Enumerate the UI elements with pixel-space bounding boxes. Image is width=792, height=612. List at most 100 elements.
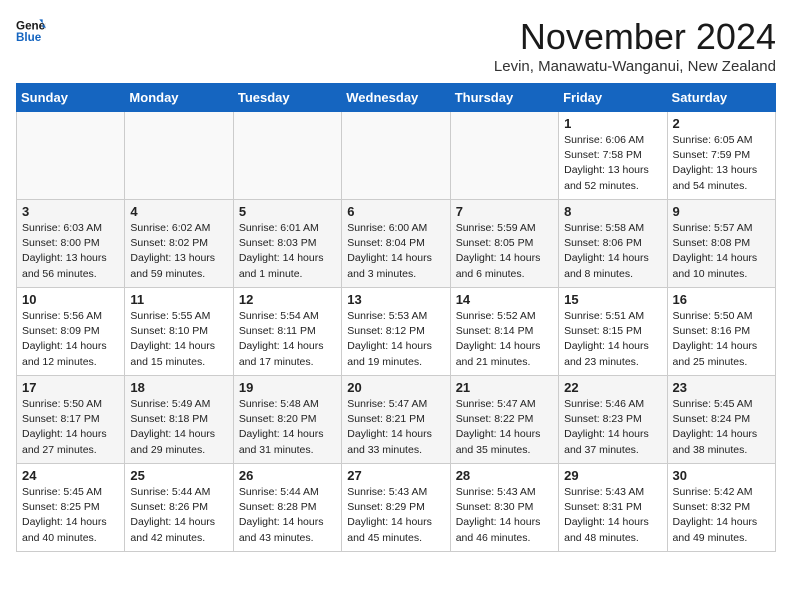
calendar-cell: 16Sunrise: 5:50 AM Sunset: 8:16 PM Dayli… [667, 288, 775, 376]
day-number: 13 [347, 292, 444, 307]
day-number: 6 [347, 204, 444, 219]
calendar-cell: 21 Sunrise: 5:47 AM Sunset: 8:22 PM Dayli… [450, 376, 558, 464]
day-number: 29 [564, 468, 661, 483]
calendar-week-2: 3 Sunrise: 6:03 AM Sunset: 8:00 PM Daylig… [17, 200, 776, 288]
calendar-week-1: 1 Sunrise: 6:06 AM Sunset: 7:58 PM Daylig… [17, 112, 776, 200]
day-info: Sunrise: 5:45 AM Sunset: 8:24 PM Dayligh… [673, 397, 770, 458]
day-number: 28 [456, 468, 553, 483]
calendar-week-4: 17 Sunrise: 5:50 AM Sunset: 8:17 PM Dayli… [17, 376, 776, 464]
logo-icon: General Blue [16, 16, 46, 46]
weekday-header-friday: Friday [559, 84, 667, 112]
day-number: 16 [673, 292, 770, 307]
day-info: Sunrise: 5:52 AM Sunset: 8:14 PM Dayligh… [456, 309, 553, 370]
calendar-cell [125, 112, 233, 200]
calendar-cell: 26Sunrise: 5:44 AM Sunset: 8:28 PM Dayli… [233, 464, 341, 552]
day-info: Sunrise: 5:50 AM Sunset: 8:17 PM Dayligh… [22, 397, 119, 458]
day-number: 5 [239, 204, 336, 219]
day-info: Sunrise: 5:47 AM Sunset: 8:21 PM Dayligh… [347, 397, 444, 458]
calendar-cell: 22 Sunrise: 5:46 AM Sunset: 8:23 PM Dayli… [559, 376, 667, 464]
day-number: 25 [130, 468, 227, 483]
calendar-cell [17, 112, 125, 200]
day-info: Sunrise: 5:49 AM Sunset: 8:18 PM Dayligh… [130, 397, 227, 458]
calendar-cell: 1 Sunrise: 6:06 AM Sunset: 7:58 PM Daylig… [559, 112, 667, 200]
day-number: 15 [564, 292, 661, 307]
day-info: Sunrise: 5:43 AM Sunset: 8:30 PM Dayligh… [456, 485, 553, 546]
calendar-cell: 27Sunrise: 5:43 AM Sunset: 8:29 PM Dayli… [342, 464, 450, 552]
day-info: Sunrise: 6:02 AM Sunset: 8:02 PM Dayligh… [130, 221, 227, 282]
day-number: 21 [456, 380, 553, 395]
day-info: Sunrise: 5:47 AM Sunset: 8:22 PM Dayligh… [456, 397, 553, 458]
location-title: Levin, Manawatu-Wanganui, New Zealand [494, 58, 776, 75]
calendar-cell: 28 Sunrise: 5:43 AM Sunset: 8:30 PM Dayli… [450, 464, 558, 552]
day-number: 2 [673, 116, 770, 131]
day-info: Sunrise: 5:48 AM Sunset: 8:20 PM Dayligh… [239, 397, 336, 458]
day-number: 14 [456, 292, 553, 307]
day-info: Sunrise: 5:51 AM Sunset: 8:15 PM Dayligh… [564, 309, 661, 370]
weekday-header-monday: Monday [125, 84, 233, 112]
calendar-cell: 17 Sunrise: 5:50 AM Sunset: 8:17 PM Dayli… [17, 376, 125, 464]
calendar-cell: 19 Sunrise: 5:48 AM Sunset: 8:20 PM Dayli… [233, 376, 341, 464]
calendar-cell [342, 112, 450, 200]
day-info: Sunrise: 6:06 AM Sunset: 7:58 PM Dayligh… [564, 133, 661, 194]
day-info: Sunrise: 6:01 AM Sunset: 8:03 PM Dayligh… [239, 221, 336, 282]
day-info: Sunrise: 5:55 AM Sunset: 8:10 PM Dayligh… [130, 309, 227, 370]
day-info: Sunrise: 5:42 AM Sunset: 8:32 PM Dayligh… [673, 485, 770, 546]
day-number: 20 [347, 380, 444, 395]
day-info: Sunrise: 6:05 AM Sunset: 7:59 PM Dayligh… [673, 133, 770, 194]
day-info: Sunrise: 5:46 AM Sunset: 8:23 PM Dayligh… [564, 397, 661, 458]
calendar-cell: 6 Sunrise: 6:00 AM Sunset: 8:04 PM Daylig… [342, 200, 450, 288]
weekday-header-tuesday: Tuesday [233, 84, 341, 112]
day-number: 23 [673, 380, 770, 395]
day-number: 3 [22, 204, 119, 219]
calendar-cell: 13 Sunrise: 5:53 AM Sunset: 8:12 PM Dayli… [342, 288, 450, 376]
title-area: November 2024 Levin, Manawatu-Wanganui, … [494, 16, 776, 75]
calendar-cell: 4 Sunrise: 6:02 AM Sunset: 8:02 PM Daylig… [125, 200, 233, 288]
weekday-header-thursday: Thursday [450, 84, 558, 112]
page-header: General Blue November 2024 Levin, Manawa… [16, 16, 776, 75]
calendar-cell: 10 Sunrise: 5:56 AM Sunset: 8:09 PM Dayli… [17, 288, 125, 376]
day-info: Sunrise: 5:57 AM Sunset: 8:08 PM Dayligh… [673, 221, 770, 282]
day-info: Sunrise: 5:45 AM Sunset: 8:25 PM Dayligh… [22, 485, 119, 546]
calendar-cell: 7 Sunrise: 5:59 AM Sunset: 8:05 PM Daylig… [450, 200, 558, 288]
calendar-cell: 23 Sunrise: 5:45 AM Sunset: 8:24 PM Dayli… [667, 376, 775, 464]
day-number: 18 [130, 380, 227, 395]
svg-text:Blue: Blue [16, 31, 42, 44]
calendar-table: SundayMondayTuesdayWednesdayThursdayFrid… [16, 83, 776, 552]
calendar-week-5: 24 Sunrise: 5:45 AM Sunset: 8:25 PM Dayli… [17, 464, 776, 552]
day-number: 19 [239, 380, 336, 395]
calendar-cell: 3 Sunrise: 6:03 AM Sunset: 8:00 PM Daylig… [17, 200, 125, 288]
calendar-cell: 9 Sunrise: 5:57 AM Sunset: 8:08 PM Daylig… [667, 200, 775, 288]
day-number: 30 [673, 468, 770, 483]
weekday-header-sunday: Sunday [17, 84, 125, 112]
day-info: Sunrise: 6:03 AM Sunset: 8:00 PM Dayligh… [22, 221, 119, 282]
calendar-cell: 8 Sunrise: 5:58 AM Sunset: 8:06 PM Daylig… [559, 200, 667, 288]
calendar-cell: 20 Sunrise: 5:47 AM Sunset: 8:21 PM Dayli… [342, 376, 450, 464]
calendar-cell: 2 Sunrise: 6:05 AM Sunset: 7:59 PM Daylig… [667, 112, 775, 200]
day-number: 4 [130, 204, 227, 219]
day-number: 17 [22, 380, 119, 395]
day-info: Sunrise: 5:53 AM Sunset: 8:12 PM Dayligh… [347, 309, 444, 370]
day-number: 10 [22, 292, 119, 307]
month-title: November 2024 [494, 16, 776, 58]
day-number: 7 [456, 204, 553, 219]
day-info: Sunrise: 5:58 AM Sunset: 8:06 PM Dayligh… [564, 221, 661, 282]
calendar-cell: 15 Sunrise: 5:51 AM Sunset: 8:15 PM Dayli… [559, 288, 667, 376]
day-info: Sunrise: 5:43 AM Sunset: 8:31 PM Dayligh… [564, 485, 661, 546]
day-info: Sunrise: 6:00 AM Sunset: 8:04 PM Dayligh… [347, 221, 444, 282]
calendar-cell [450, 112, 558, 200]
day-number: 9 [673, 204, 770, 219]
day-number: 1 [564, 116, 661, 131]
day-number: 22 [564, 380, 661, 395]
day-info: Sunrise: 5:59 AM Sunset: 8:05 PM Dayligh… [456, 221, 553, 282]
calendar-header-row: SundayMondayTuesdayWednesdayThursdayFrid… [17, 84, 776, 112]
day-info: Sunrise: 5:56 AM Sunset: 8:09 PM Dayligh… [22, 309, 119, 370]
weekday-header-wednesday: Wednesday [342, 84, 450, 112]
day-number: 24 [22, 468, 119, 483]
calendar-cell: 5 Sunrise: 6:01 AM Sunset: 8:03 PM Daylig… [233, 200, 341, 288]
day-number: 8 [564, 204, 661, 219]
day-number: 11 [130, 292, 227, 307]
day-info: Sunrise: 5:43 AM Sunset: 8:29 PM Dayligh… [347, 485, 444, 546]
day-info: Sunrise: 5:44 AM Sunset: 8:26 PM Dayligh… [130, 485, 227, 546]
calendar-week-3: 10 Sunrise: 5:56 AM Sunset: 8:09 PM Dayli… [17, 288, 776, 376]
calendar-cell: 12Sunrise: 5:54 AM Sunset: 8:11 PM Dayli… [233, 288, 341, 376]
